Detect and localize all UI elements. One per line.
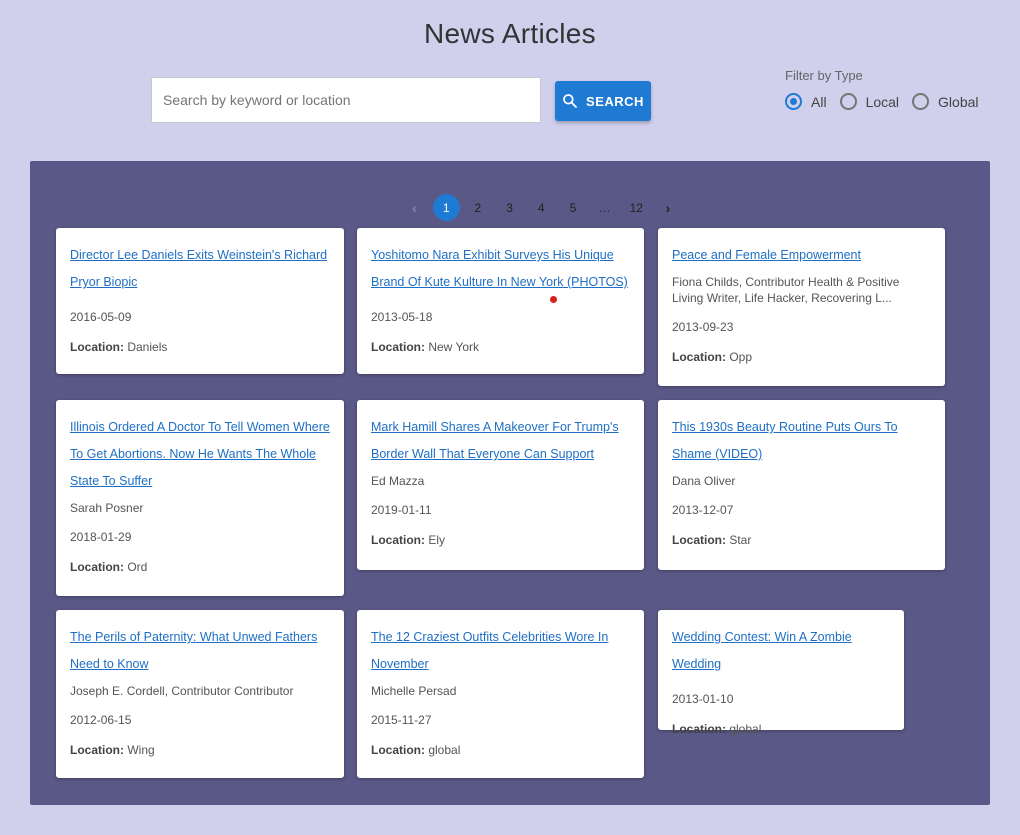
location-label: Location: (672, 533, 726, 547)
article-location: Location: global (371, 742, 630, 758)
filter-label: Filter by Type (785, 68, 863, 83)
article-card: Wedding Contest: Win A Zombie Wedding 20… (658, 610, 904, 736)
article-card: Peace and Female Empowerment Fiona Child… (658, 228, 945, 386)
article-card: Yoshitomo Nara Exhibit Surveys His Uniqu… (357, 228, 644, 374)
filter-radio-group: All Local Global (785, 93, 992, 110)
radio-button-icon[interactable] (912, 93, 930, 110)
pagination: ‹ 1 2 3 4 5 … 12 › (401, 194, 686, 221)
radio-button-icon[interactable] (839, 93, 857, 110)
article-title-link[interactable]: The Perils of Paternity: What Unwed Fath… (70, 624, 330, 678)
radio-global-label: Global (938, 93, 979, 110)
article-date: 2015-11-27 (371, 713, 432, 727)
chevron-left-icon[interactable]: ‹ (401, 194, 428, 221)
article-card: This 1930s Beauty Routine Puts Ours To S… (658, 400, 945, 570)
page-button-1[interactable]: 1 (432, 194, 460, 221)
article-author: Dana Oliver (672, 474, 736, 488)
radio-local-label: Local (865, 93, 900, 110)
article-title-link[interactable]: This 1930s Beauty Routine Puts Ours To S… (672, 414, 931, 468)
location-value: global (729, 722, 762, 736)
location-value: Star (729, 533, 752, 547)
article-title-link[interactable]: The 12 Craziest Outfits Celebrities Wore… (371, 624, 630, 678)
article-location: Location: Opp (672, 349, 931, 365)
location-value: Opp (729, 350, 753, 364)
article-date: 2013-09-23 (672, 320, 734, 334)
article-date: 2012-06-15 (70, 713, 132, 727)
location-value: Ely (428, 533, 446, 547)
article-author: Michelle Persad (371, 684, 457, 698)
search-input[interactable] (151, 77, 541, 123)
article-title-link[interactable]: Wedding Contest: Win A Zombie Wedding (672, 624, 890, 678)
article-title-link[interactable]: Illinois Ordered A Doctor To Tell Women … (70, 414, 330, 495)
article-location: Location: Daniels (70, 339, 330, 355)
page-button-3[interactable]: 3 (496, 194, 523, 221)
search-button[interactable]: SEARCH (555, 81, 651, 121)
article-card: The Perils of Paternity: What Unwed Fath… (56, 610, 344, 778)
page-ellipsis: … (598, 200, 611, 215)
radio-button-checked-icon[interactable] (785, 93, 802, 110)
page-title: News Articles (424, 18, 596, 49)
location-value: Wing (127, 743, 155, 757)
article-title-link[interactable]: Director Lee Daniels Exits Weinstein's R… (70, 242, 330, 296)
article-title-link[interactable]: Mark Hamill Shares A Makeover For Trump'… (371, 414, 630, 468)
article-author: Sarah Posner (70, 501, 144, 515)
article-location: Location: Star (672, 532, 931, 548)
article-title-link[interactable]: Yoshitomo Nara Exhibit Surveys His Uniqu… (371, 242, 630, 296)
article-card: Mark Hamill Shares A Makeover For Trump'… (357, 400, 644, 570)
location-label: Location: (371, 743, 425, 757)
page-button-5[interactable]: 5 (559, 194, 586, 221)
article-date: 2019-01-11 (371, 503, 432, 517)
article-card: Director Lee Daniels Exits Weinstein's R… (56, 228, 344, 374)
article-author: Fiona Childs, Contributor Health & Posit… (672, 275, 900, 305)
page-button-4[interactable]: 4 (528, 194, 555, 221)
location-label: Location: (70, 560, 124, 574)
article-date: 2018-01-29 (70, 530, 132, 544)
radio-global[interactable]: Global (912, 93, 979, 110)
article-location: Location: New York (371, 339, 630, 355)
article-location: Location: Ely (371, 532, 630, 548)
page-button-12[interactable]: 12 (623, 194, 650, 221)
location-label: Location: (371, 533, 425, 547)
location-value: Daniels (127, 340, 168, 354)
page-button-2[interactable]: 2 (464, 194, 491, 221)
article-date: 2013-05-18 (371, 310, 433, 324)
filter-by-type: Filter by Type All Local Global (785, 68, 992, 110)
location-label: Location: (70, 743, 124, 757)
mouse-cursor-marker (550, 296, 557, 303)
article-date: 2016-05-09 (70, 310, 132, 324)
article-location: Location: Wing (70, 742, 330, 758)
radio-local[interactable]: Local (839, 93, 900, 110)
article-location: Location: global (672, 721, 890, 737)
location-value: global (428, 743, 461, 757)
location-label: Location: (70, 340, 124, 354)
search-icon (563, 94, 577, 108)
article-location: Location: Ord (70, 559, 330, 575)
article-author: Joseph E. Cordell, Contributor Contribut… (70, 684, 294, 698)
article-date: 2013-01-10 (672, 692, 734, 706)
radio-all[interactable]: All (785, 93, 827, 110)
article-author: Ed Mazza (371, 474, 425, 488)
article-card: Illinois Ordered A Doctor To Tell Women … (56, 400, 344, 596)
chevron-right-icon[interactable]: › (655, 194, 682, 221)
article-card: The 12 Craziest Outfits Celebrities Wore… (357, 610, 644, 778)
location-value: Ord (127, 560, 148, 574)
article-date: 2013-12-07 (672, 503, 734, 517)
location-value: New York (428, 340, 480, 354)
location-label: Location: (371, 340, 425, 354)
location-label: Location: (672, 350, 726, 364)
search-button-label: SEARCH (586, 93, 644, 109)
radio-all-label: All (811, 93, 827, 110)
article-title-link[interactable]: Peace and Female Empowerment (672, 242, 931, 269)
location-label: Location: (672, 722, 726, 736)
